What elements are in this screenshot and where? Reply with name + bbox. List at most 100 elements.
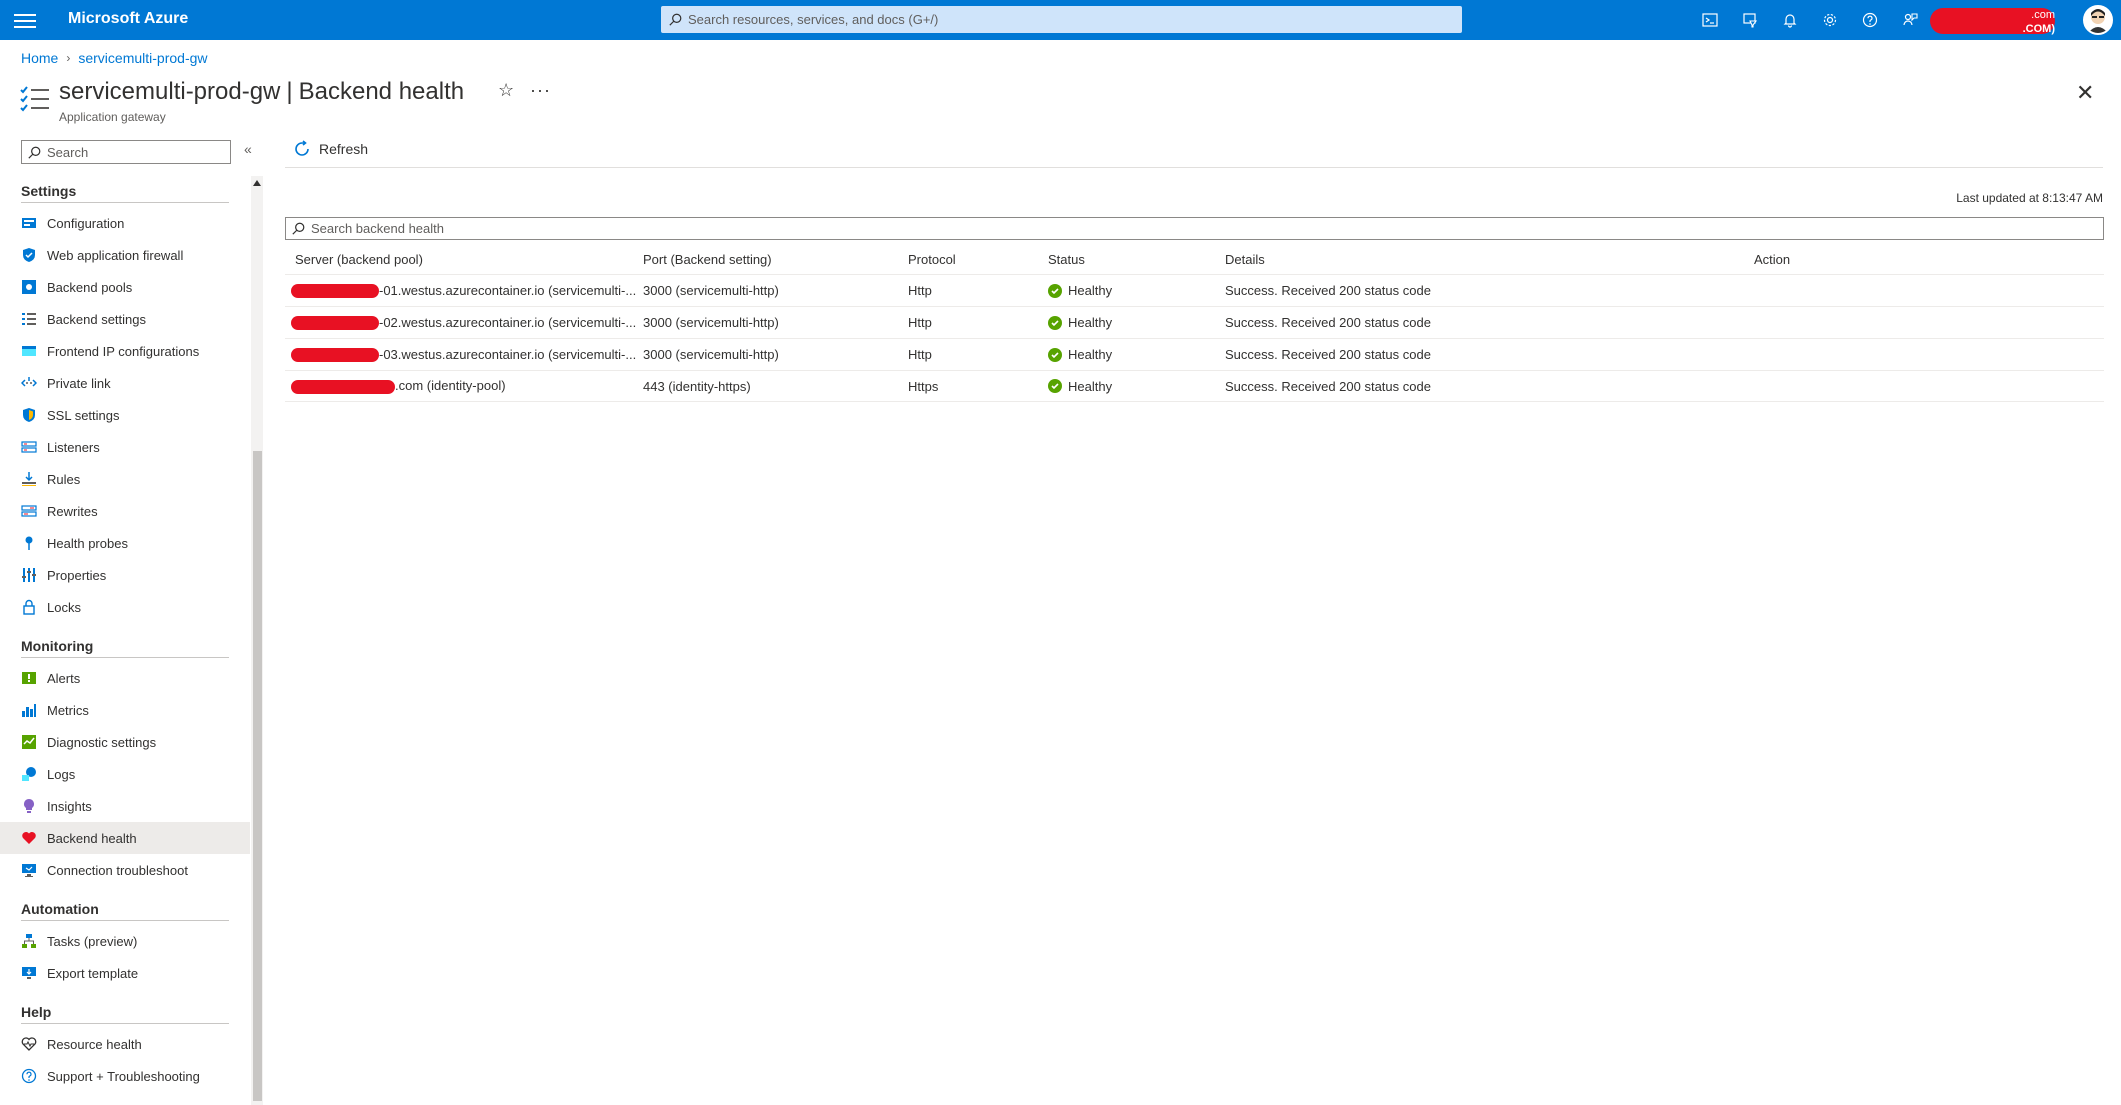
column-header-action[interactable]: Action [1749,252,2049,267]
menu-item-rewrites[interactable]: Rewrites [0,495,250,527]
rules-icon [21,471,37,487]
close-blade-icon[interactable]: ✕ [2076,80,2094,106]
status-cell: Healthy [1043,347,1220,362]
menu-search[interactable] [21,140,231,164]
breadcrumb-current[interactable]: servicemulti-prod-gw [78,50,207,66]
menu-item-rules[interactable]: Rules [0,463,250,495]
menu-item-label: Alerts [47,670,81,686]
menu-item-backend-health[interactable]: Backend health [0,822,250,854]
frontend-ip-icon [21,343,37,359]
menu-item-label: Metrics [47,702,89,718]
feedback-icon[interactable] [1890,8,1930,32]
brand-title[interactable]: Microsoft Azure [68,10,188,28]
backend-health-search[interactable] [285,217,2104,240]
menu-item-health-probes[interactable]: Health probes [0,527,250,559]
menu-item-diagnostic-settings[interactable]: Diagnostic settings [0,726,250,758]
menu-item-private-link[interactable]: Private link [0,367,250,399]
account-info[interactable]: .com .COM) [1930,4,2055,36]
more-options-icon[interactable]: ··· [530,80,551,101]
breadcrumb-separator: › [66,51,71,65]
menu-item-listeners[interactable]: Listeners [0,431,250,463]
details-cell: Success. Received 200 status code [1225,283,1431,298]
menu-item-logs[interactable]: Logs [0,758,250,790]
menu-item-label: Diagnostic settings [47,734,157,750]
settings-icon[interactable] [1810,8,1850,32]
collapse-menu-icon[interactable]: « [244,141,252,157]
menu-item-properties[interactable]: Properties [0,559,250,591]
backend-health-search-input[interactable] [311,221,2091,236]
account-directory: .COM) [2022,23,2055,35]
menu-item-resource-health[interactable]: Resource health [0,1028,250,1060]
menu-item-connection-troubleshoot[interactable]: Connection troubleshoot [0,854,250,886]
export-template-icon [21,965,37,981]
menu-item-frontend-ip-configurations[interactable]: Frontend IP configurations [0,335,250,367]
menu-item-ssl-settings[interactable]: SSL settings [0,399,250,431]
menu-search-input[interactable] [47,144,227,160]
column-header-protocol[interactable]: Protocol [903,252,1043,267]
redacted-hostname [291,348,379,363]
menu-scrollbar[interactable] [251,176,263,1105]
column-header-details[interactable]: Details [1220,252,1749,267]
menu-item-insights[interactable]: Insights [0,790,250,822]
menu-item-label: Health probes [47,535,128,551]
notifications-icon[interactable] [1770,8,1810,32]
menu-item-label: Private link [47,375,111,391]
health-probes-icon [21,535,37,551]
section-divider [21,1023,229,1024]
server-value: -01.westus.azurecontainer.io (servicemul… [379,282,637,298]
cloud-shell-icon[interactable] [1690,8,1730,32]
directory-filter-icon[interactable] [1730,8,1770,32]
portal-menu-button[interactable] [14,10,36,30]
configuration-icon [21,215,37,231]
waf-shield-icon [21,247,37,263]
title-separator: | [286,78,293,105]
menu-item-backend-settings[interactable]: Backend settings [0,303,250,335]
column-header-server[interactable]: Server (backend pool) [285,252,638,267]
section-divider [21,920,229,921]
avatar[interactable] [2083,5,2113,35]
table-row[interactable]: .com (identity-pool) 443 (identity-https… [285,370,2104,402]
port-cell: 443 (identity-https) [643,378,751,394]
menu-item-support-troubleshooting[interactable]: Support + Troubleshooting [0,1060,250,1092]
server-cell: -01.westus.azurecontainer.io (servicemul… [285,283,638,299]
column-header-status[interactable]: Status [1043,252,1220,267]
protocol-cell: Http [908,315,932,330]
menu-item-web-application-firewall[interactable]: Web application firewall [0,239,250,271]
table-row[interactable]: -01.westus.azurecontainer.io (servicemul… [285,274,2104,306]
menu-item-backend-pools[interactable]: Backend pools [0,271,250,303]
menu-item-metrics[interactable]: Metrics [0,694,250,726]
breadcrumb-home[interactable]: Home [21,50,58,66]
column-header-port[interactable]: Port (Backend setting) [638,252,903,267]
alerts-icon [21,670,37,686]
menu-item-tasks-preview[interactable]: Tasks (preview) [0,925,250,957]
redacted-hostname [291,316,379,331]
refresh-button[interactable]: Refresh [293,140,368,158]
ssl-shield-icon [21,407,37,423]
help-icon[interactable] [1850,8,1890,32]
resource-name: servicemulti-prod-gw [59,78,281,105]
menu-item-label: Backend pools [47,279,133,295]
resource-type: Application gateway [59,110,166,124]
protocol-cell: Https [908,378,939,394]
table-row[interactable]: -03.westus.azurecontainer.io (servicemul… [285,338,2104,370]
favorite-star-icon[interactable]: ☆ [498,80,514,101]
menu-item-label: Support + Troubleshooting [47,1068,200,1084]
scrollbar-thumb[interactable] [253,451,262,1101]
menu-item-alerts[interactable]: Alerts [0,662,250,694]
scroll-up-arrow-icon[interactable] [253,180,261,186]
top-icons [1690,8,1930,32]
table-row[interactable]: -02.westus.azurecontainer.io (servicemul… [285,306,2104,338]
global-search[interactable] [661,6,1462,33]
global-search-input[interactable] [688,12,1448,27]
menu-item-configuration[interactable]: Configuration [0,207,250,239]
menu-item-label: Rules [47,471,81,487]
diagnostic-settings-icon [21,734,37,750]
menu-item-locks[interactable]: Locks [0,591,250,623]
menu-item-label: Resource health [47,1036,142,1052]
command-bar-divider [285,167,2103,168]
logs-icon [21,766,37,782]
top-bar: Microsoft Azure .com .COM) [0,0,2121,40]
details-cell: Success. Received 200 status code [1225,378,1431,394]
menu-item-export-template[interactable]: Export template [0,957,250,989]
status-value: Healthy [1068,378,1113,394]
